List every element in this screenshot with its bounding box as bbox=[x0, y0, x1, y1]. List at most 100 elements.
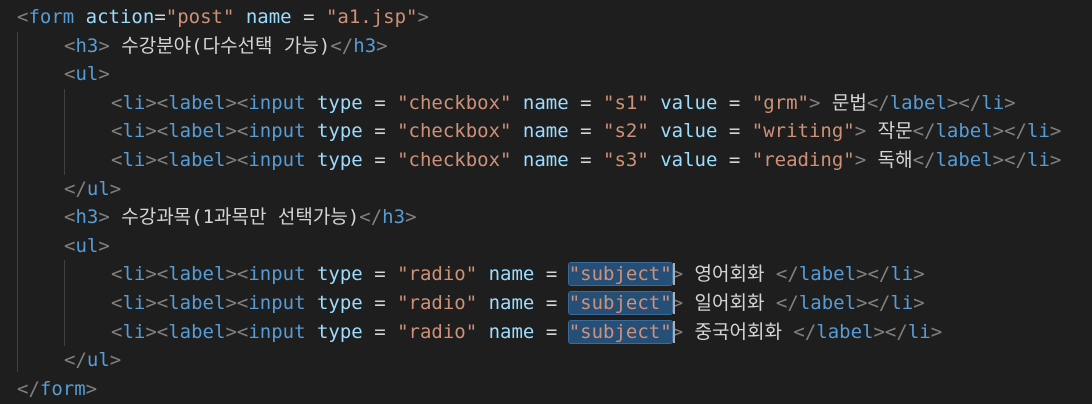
code-token-tag: label bbox=[935, 120, 993, 143]
code-token-attr: name bbox=[522, 120, 569, 143]
code-token-sp bbox=[306, 263, 317, 285]
code-line[interactable]: <form action="post" name = "a1.jsp"> bbox=[17, 3, 429, 32]
code-token-t: >< bbox=[225, 120, 249, 143]
code-token-tag: input bbox=[248, 320, 306, 343]
code-token-txt: 일어회화 bbox=[683, 292, 776, 314]
code-token-t: >< bbox=[225, 292, 249, 314]
code-token-str: "s3" bbox=[603, 149, 649, 171]
code-token-tag: form bbox=[28, 6, 75, 28]
code-token-t: > bbox=[1049, 149, 1062, 171]
code-token-str: "grm" bbox=[751, 91, 809, 114]
code-token-eq: = bbox=[362, 320, 398, 343]
code-token-t: ></ bbox=[856, 292, 891, 314]
code-token-tag: h3 bbox=[382, 206, 406, 229]
code-token-t: </ bbox=[775, 292, 799, 314]
code-token-tag: label bbox=[798, 263, 857, 286]
code-token-str: "a1.jsp" bbox=[325, 6, 418, 28]
code-token-eq: = bbox=[568, 91, 604, 114]
code-token-t: < bbox=[64, 206, 76, 229]
code-token-t: < bbox=[64, 234, 76, 257]
code-token-tag: li bbox=[1027, 120, 1050, 143]
code-token-eq: = bbox=[534, 320, 569, 343]
code-token-attr: name bbox=[488, 263, 535, 286]
code-line[interactable]: <li><label><input type = "radio" name = … bbox=[111, 260, 925, 289]
code-token-t: ></ bbox=[992, 149, 1027, 171]
code-token-attr: type bbox=[316, 263, 363, 286]
code-token-t: >< bbox=[145, 120, 169, 143]
code-token-tag: form bbox=[39, 377, 86, 400]
code-token-sp bbox=[234, 6, 245, 28]
code-token-tag: label bbox=[168, 263, 226, 286]
code-token-eq: = bbox=[568, 120, 604, 143]
code-token-t: < bbox=[111, 120, 123, 143]
code-token-tag: h3 bbox=[353, 34, 377, 57]
code-token-sp bbox=[306, 292, 317, 314]
code-token-attr: action bbox=[85, 6, 155, 28]
code-token-t: >< bbox=[225, 91, 249, 114]
code-token-tag: label bbox=[935, 149, 993, 171]
code-token-str: "radio" bbox=[397, 292, 478, 314]
code-token-eq: = bbox=[534, 263, 569, 286]
code-token-tag: li bbox=[122, 292, 146, 314]
code-token-str: "checkbox" bbox=[397, 120, 512, 143]
code-token-t: </ bbox=[912, 149, 936, 171]
code-line[interactable]: <h3> 수강분야(다수선택 가능)</h3> bbox=[64, 32, 388, 61]
code-token-sp bbox=[477, 292, 488, 314]
code-token-tag: li bbox=[1027, 149, 1050, 171]
code-token-attr: name bbox=[245, 6, 292, 28]
code-token-txt: 수강분야(다수선택 가능) bbox=[109, 34, 331, 57]
code-line[interactable]: <ul> bbox=[64, 232, 110, 261]
code-line[interactable]: <li><label><input type = "radio" name = … bbox=[111, 289, 925, 318]
code-token-str: "checkbox" bbox=[397, 91, 512, 114]
code-token-t: </ bbox=[330, 34, 354, 57]
code-token-sp bbox=[649, 120, 660, 142]
code-token-t: < bbox=[64, 34, 76, 57]
code-token-t: ></ bbox=[856, 263, 891, 286]
code-token-tag: ul bbox=[86, 177, 110, 200]
code-token-t: >< bbox=[145, 91, 169, 114]
code-token-tag: input bbox=[248, 149, 306, 171]
code-token-eq: = bbox=[534, 292, 569, 314]
code-line[interactable]: <li><label><input type = "checkbox" name… bbox=[111, 89, 1016, 118]
code-token-t: < bbox=[17, 6, 29, 28]
code-token-tag: input bbox=[248, 120, 306, 143]
code-token-t: > bbox=[85, 377, 98, 400]
code-token-sp bbox=[477, 321, 488, 343]
code-token-sp bbox=[649, 149, 660, 171]
code-token-t: > bbox=[98, 34, 110, 57]
code-line[interactable]: <li><label><input type = "radio" name = … bbox=[111, 318, 942, 347]
code-token-tag: input bbox=[248, 91, 306, 114]
code-token-tag: label bbox=[889, 91, 947, 114]
code-token-t: > bbox=[854, 149, 867, 171]
code-token-attr: name bbox=[488, 292, 535, 314]
code-token-str: "writing" bbox=[751, 120, 855, 143]
code-token-str: "s1" bbox=[603, 91, 649, 114]
code-token-tag: h3 bbox=[75, 34, 99, 57]
code-token-t: > bbox=[913, 263, 925, 286]
code-token-tag: ul bbox=[75, 63, 99, 86]
code-token-attr: name bbox=[522, 149, 569, 171]
code-line[interactable]: <ul> bbox=[64, 60, 110, 89]
code-token-tag: label bbox=[168, 91, 226, 114]
code-token-t: > bbox=[930, 320, 943, 343]
code-token-tag: label bbox=[168, 292, 226, 314]
code-token-tag: li bbox=[122, 149, 146, 171]
code-line[interactable]: </ul> bbox=[64, 175, 121, 204]
code-token-eq: = bbox=[291, 6, 326, 28]
code-token-t: </ bbox=[866, 91, 890, 114]
code-line[interactable]: <h3> 수강과목(1과목만 선택가능)</h3> bbox=[64, 203, 417, 232]
code-line[interactable]: </ul> bbox=[64, 346, 121, 375]
code-line[interactable]: <li><label><input type = "checkbox" name… bbox=[111, 146, 1061, 175]
code-token-tag: ul bbox=[86, 349, 110, 372]
code-line[interactable]: <li><label><input type = "checkbox" name… bbox=[111, 117, 1061, 146]
code-editor[interactable]: <form action="post" name = "a1.jsp"> <h3>… bbox=[0, 0, 1092, 404]
code-token-t: ></ bbox=[873, 320, 908, 343]
code-token-tag: li bbox=[907, 320, 931, 343]
indent-guide bbox=[64, 260, 65, 346]
code-token-t: >< bbox=[225, 263, 249, 286]
code-token-t: < bbox=[111, 292, 123, 314]
code-line[interactable]: </form> bbox=[17, 375, 97, 404]
code-token-eq: = bbox=[362, 292, 398, 314]
code-token-t: >< bbox=[145, 263, 169, 286]
code-token-attr: type bbox=[316, 320, 363, 343]
